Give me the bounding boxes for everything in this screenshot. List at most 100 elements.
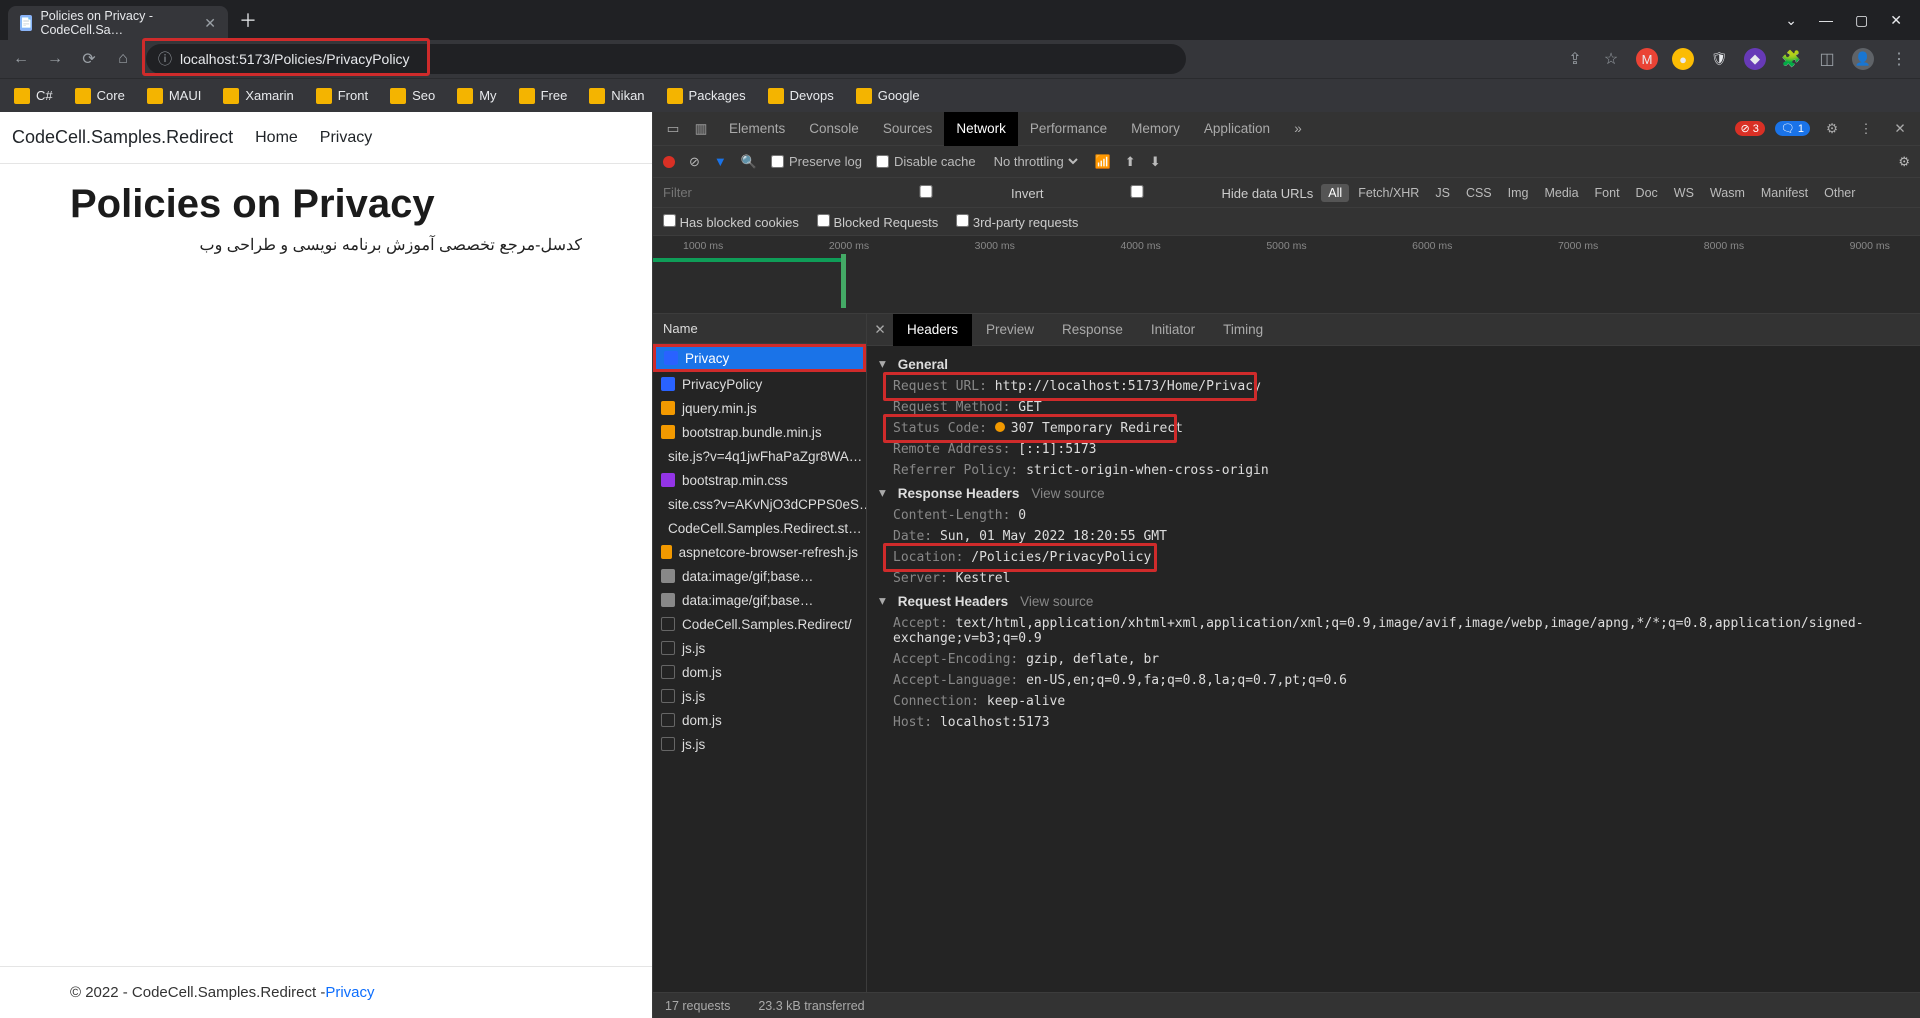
forward-button[interactable]: →	[44, 48, 66, 70]
clear-button[interactable]: ⊘	[689, 154, 700, 170]
bookmark-devops[interactable]: Devops	[768, 88, 834, 104]
export-har-icon[interactable]: ⬇	[1150, 154, 1161, 170]
filter-chip-img[interactable]: Img	[1501, 184, 1536, 202]
share-icon[interactable]: ⇪	[1564, 48, 1586, 70]
address-bar[interactable]: ⓘ localhost:5173/Policies/PrivacyPolicy	[146, 44, 1186, 74]
devtools-tab-application[interactable]: Application	[1192, 112, 1282, 146]
sidepanel-icon[interactable]: ◫	[1816, 48, 1838, 70]
filter-chip-doc[interactable]: Doc	[1629, 184, 1665, 202]
filter-toggle-icon[interactable]: ▼	[714, 154, 727, 169]
bookmark-maui[interactable]: MAUI	[147, 88, 202, 104]
request-row[interactable]: PrivacyPolicy	[653, 372, 866, 396]
search-icon[interactable]: 🔍	[741, 154, 757, 170]
request-row[interactable]: Privacy	[653, 344, 866, 372]
filter-input[interactable]	[663, 185, 833, 200]
devtools-tab-network[interactable]: Network	[944, 112, 1018, 146]
maximize-icon[interactable]: ▢	[1855, 12, 1868, 29]
extension-icon[interactable]: ●	[1672, 48, 1694, 70]
request-row[interactable]: data:image/gif;base…	[653, 588, 866, 612]
extension-icon-2[interactable]: ◆	[1744, 48, 1766, 70]
bookmark-xamarin[interactable]: Xamarin	[223, 88, 293, 104]
check-3rd-party-requests[interactable]: 3rd-party requests	[956, 214, 1078, 230]
close-window-icon[interactable]: ✕	[1890, 12, 1902, 29]
devtools-tab-console[interactable]: Console	[797, 112, 871, 146]
tab-close-icon[interactable]: ✕	[204, 15, 216, 32]
hide-dataurls-checkbox[interactable]: Hide data URLs	[1052, 185, 1314, 201]
request-row[interactable]: data:image/gif;base…	[653, 564, 866, 588]
bookmark-packages[interactable]: Packages	[667, 88, 746, 104]
request-row[interactable]: dom.js	[653, 708, 866, 732]
detail-tab-response[interactable]: Response	[1048, 314, 1137, 346]
request-row[interactable]: CodeCell.Samples.Redirect/	[653, 612, 866, 636]
bookmark-star-icon[interactable]: ☆	[1600, 48, 1622, 70]
details-close-icon[interactable]: ✕	[867, 322, 893, 338]
console-issues-badge[interactable]: 🗨 1	[1775, 121, 1810, 136]
site-brand[interactable]: CodeCell.Samples.Redirect	[12, 127, 233, 148]
nav-home[interactable]: Home	[255, 129, 298, 147]
request-row[interactable]: js.js	[653, 684, 866, 708]
view-source-link[interactable]: View source	[1031, 486, 1104, 501]
request-row[interactable]: site.css?v=AKvNjO3dCPPS0eS…	[653, 492, 866, 516]
import-har-icon[interactable]: ⬆	[1125, 154, 1136, 170]
request-row[interactable]: bootstrap.min.css	[653, 468, 866, 492]
request-row[interactable]: CodeCell.Samples.Redirect.st…	[653, 516, 866, 540]
bookmark-seo[interactable]: Seo	[390, 88, 435, 104]
network-timeline[interactable]: 1000 ms2000 ms3000 ms4000 ms5000 ms6000 …	[653, 236, 1920, 314]
filter-chip-js[interactable]: JS	[1428, 184, 1457, 202]
more-panels-icon[interactable]: »	[1286, 121, 1310, 136]
record-button[interactable]	[663, 156, 675, 168]
network-conditions-icon[interactable]: 📶	[1095, 154, 1111, 170]
request-row[interactable]: bootstrap.bundle.min.js	[653, 420, 866, 444]
devtools-tab-elements[interactable]: Elements	[717, 112, 797, 146]
footer-privacy-link[interactable]: Privacy	[325, 984, 374, 1001]
request-row[interactable]: js.js	[653, 636, 866, 660]
devtools-tab-memory[interactable]: Memory	[1119, 112, 1192, 146]
filter-chip-font[interactable]: Font	[1588, 184, 1627, 202]
check-has-blocked-cookies[interactable]: Has blocked cookies	[663, 214, 799, 230]
section-response-headers[interactable]: Response HeadersView source	[867, 481, 1920, 505]
search-tabs-icon[interactable]: ⌄	[1785, 12, 1797, 29]
detail-tab-initiator[interactable]: Initiator	[1137, 314, 1209, 346]
filter-chip-media[interactable]: Media	[1537, 184, 1585, 202]
filter-chip-manifest[interactable]: Manifest	[1754, 184, 1815, 202]
request-row[interactable]: site.js?v=4q1jwFhaPaZgr8WA…	[653, 444, 866, 468]
reload-button[interactable]: ⟳	[78, 48, 100, 70]
devtools-close-icon[interactable]: ✕	[1888, 121, 1912, 137]
bookmark-free[interactable]: Free	[519, 88, 568, 104]
check-blocked-requests[interactable]: Blocked Requests	[817, 214, 938, 230]
nav-privacy[interactable]: Privacy	[320, 129, 372, 147]
bookmark-my[interactable]: My	[457, 88, 496, 104]
request-row[interactable]: dom.js	[653, 660, 866, 684]
bookmark-google[interactable]: Google	[856, 88, 920, 104]
back-button[interactable]: ←	[10, 48, 32, 70]
filter-chip-ws[interactable]: WS	[1667, 184, 1701, 202]
home-button[interactable]: ⌂	[112, 48, 134, 70]
devtools-tab-sources[interactable]: Sources	[871, 112, 945, 146]
detail-tab-preview[interactable]: Preview	[972, 314, 1048, 346]
devtools-menu-icon[interactable]: ⋮	[1854, 121, 1878, 137]
extension-shield-icon[interactable]: 🛡	[1708, 48, 1730, 70]
extensions-icon[interactable]: 🧩	[1780, 48, 1802, 70]
devtools-tab-performance[interactable]: Performance	[1018, 112, 1119, 146]
profile-avatar[interactable]: 👤	[1852, 48, 1874, 70]
bookmark-front[interactable]: Front	[316, 88, 368, 104]
filter-chip-wasm[interactable]: Wasm	[1703, 184, 1752, 202]
section-request-headers[interactable]: Request HeadersView source	[867, 589, 1920, 613]
filter-chip-css[interactable]: CSS	[1459, 184, 1499, 202]
request-row[interactable]: js.js	[653, 732, 866, 756]
detail-tab-headers[interactable]: Headers	[893, 314, 972, 346]
device-toggle-icon[interactable]: ▥	[689, 121, 713, 137]
filter-chip-fetchxhr[interactable]: Fetch/XHR	[1351, 184, 1426, 202]
disable-cache-checkbox[interactable]: Disable cache	[876, 154, 976, 169]
new-tab-button[interactable]: ＋	[234, 7, 262, 33]
inspect-icon[interactable]: ▭	[661, 121, 685, 137]
detail-tab-timing[interactable]: Timing	[1209, 314, 1277, 346]
extension-gmail-icon[interactable]: M	[1636, 48, 1658, 70]
console-errors-badge[interactable]: ⊘ 3	[1735, 121, 1765, 136]
request-list-header[interactable]: Name	[653, 314, 866, 344]
minimize-icon[interactable]: —	[1819, 12, 1833, 29]
invert-checkbox[interactable]: Invert	[841, 185, 1044, 201]
bookmark-nikan[interactable]: Nikan	[589, 88, 644, 104]
filter-chip-other[interactable]: Other	[1817, 184, 1862, 202]
bookmark-core[interactable]: Core	[75, 88, 125, 104]
